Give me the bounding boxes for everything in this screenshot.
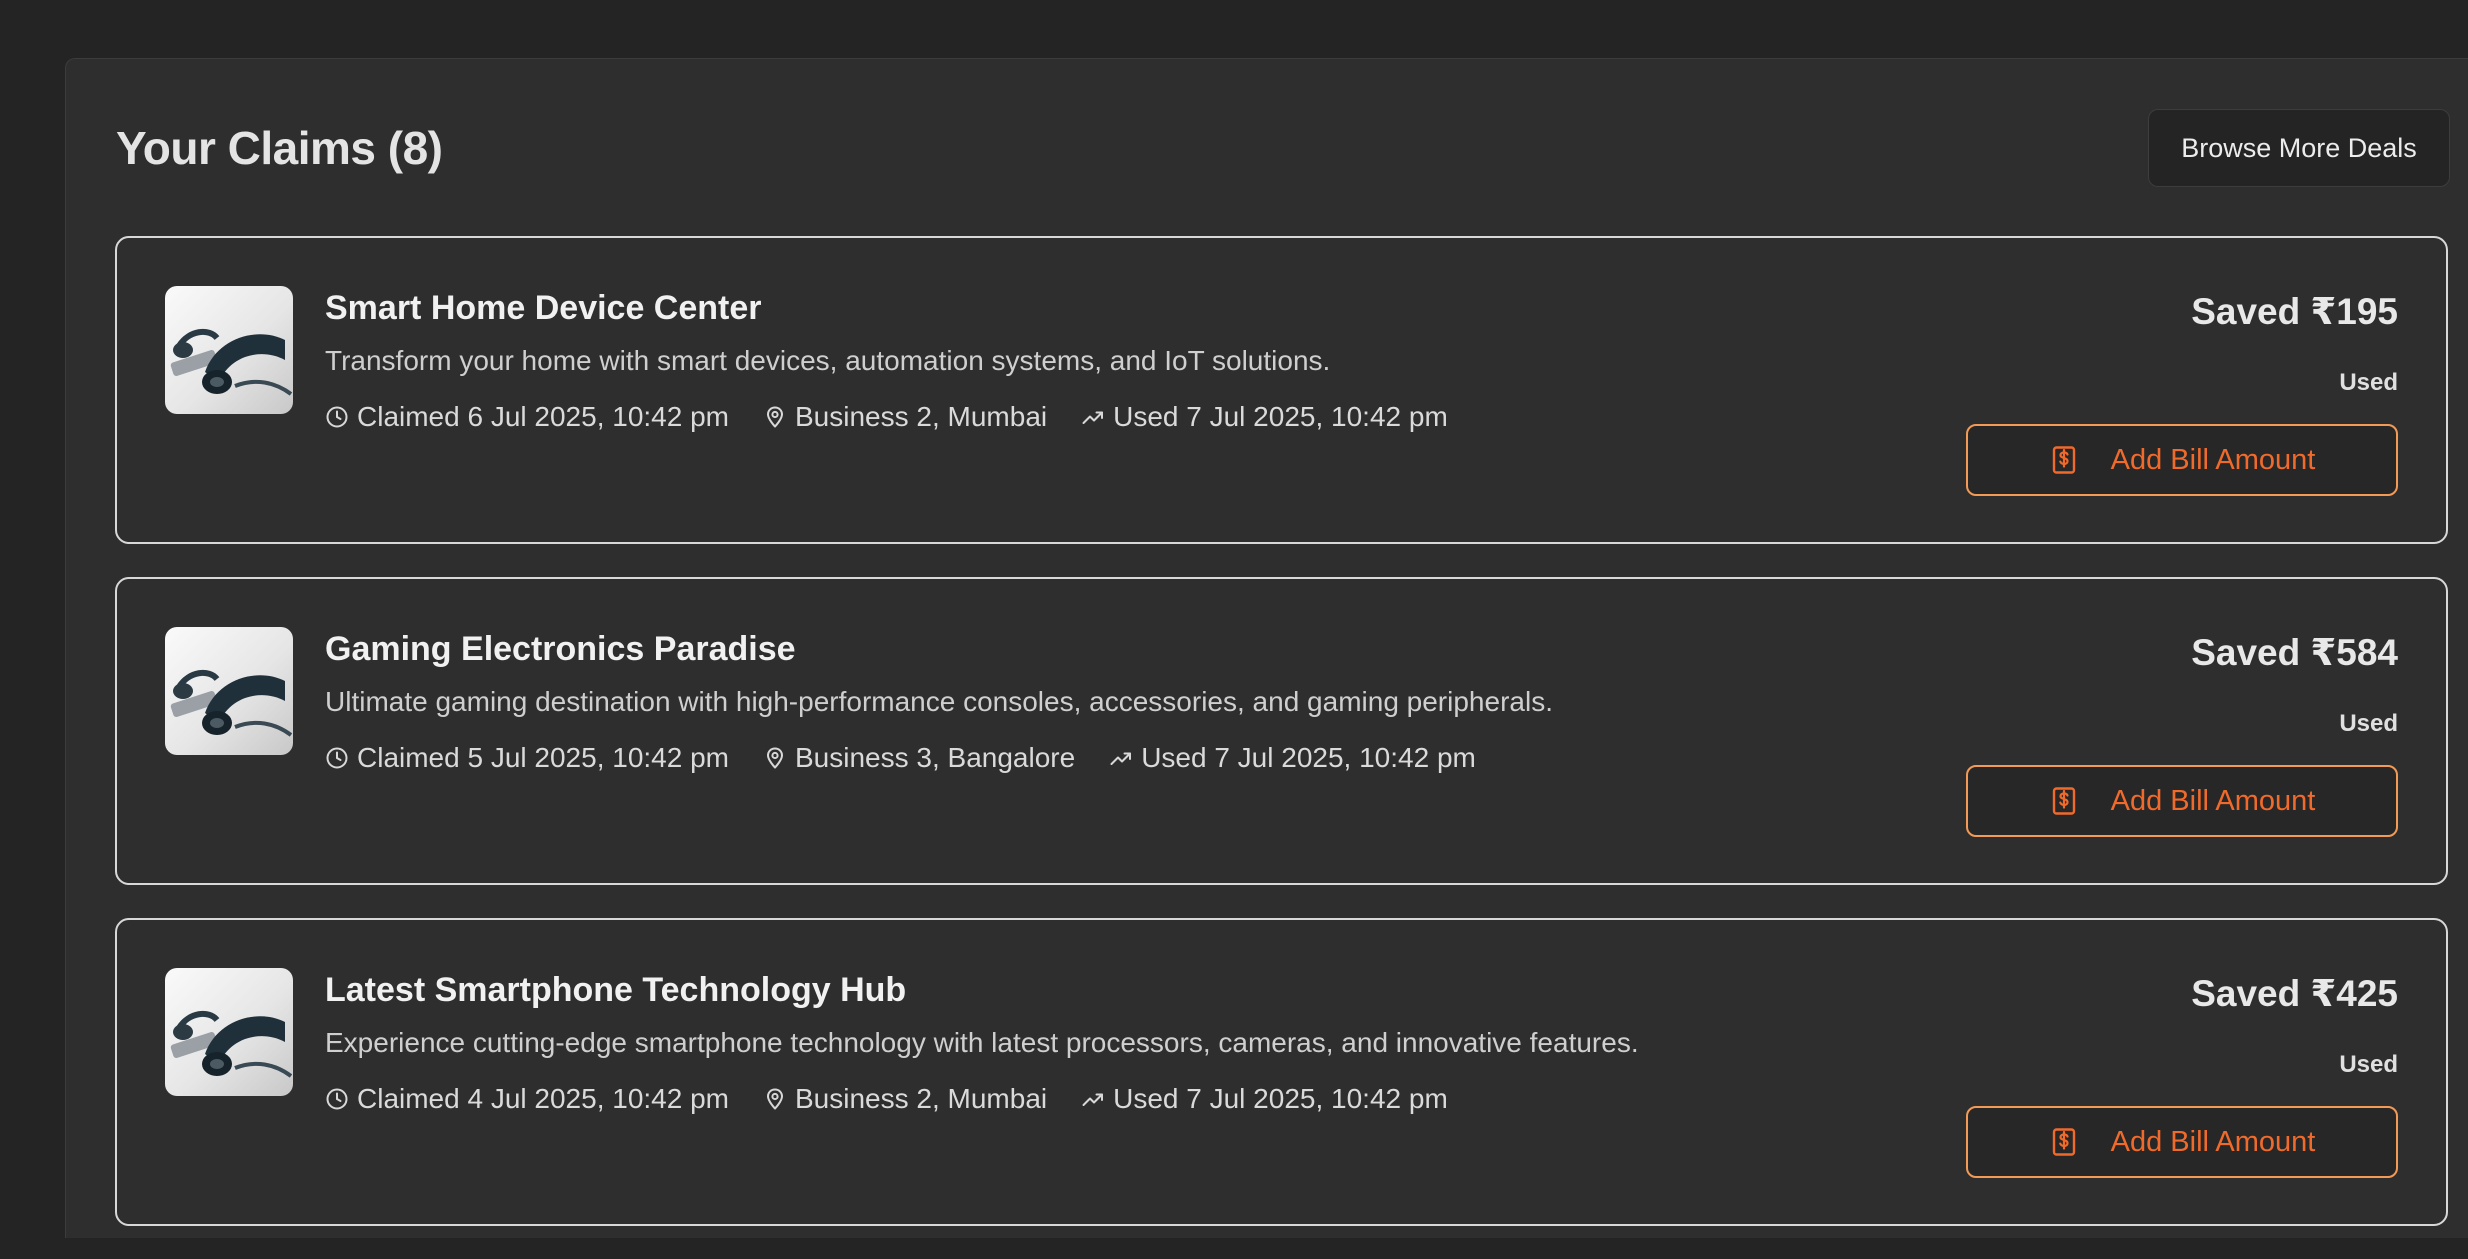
receipt-dollar-icon: [2052, 787, 2075, 815]
saved-amount: Saved ₹584: [2191, 632, 2398, 673]
map-pin-icon: [767, 406, 783, 428]
claim-card: Latest Smartphone Technology Hub Experie…: [115, 918, 2448, 1226]
claim-description: Experience cutting-edge smartphone techn…: [325, 1027, 1639, 1058]
used-date-text: Used 7 Jul 2025, 10:42 pm: [1113, 1083, 1448, 1114]
add-bill-amount-button[interactable]: Add Bill Amount: [1966, 424, 2398, 496]
add-bill-amount-button[interactable]: Add Bill Amount: [1966, 765, 2398, 837]
claim-card: Smart Home Device Center Transform your …: [115, 236, 2448, 544]
headphones-image-icon: [170, 1010, 293, 1078]
claims-panel: Your Claims (8) Browse More Deals Smart …: [65, 58, 2468, 1238]
business-location: Business 2, Mumbai: [763, 1082, 1047, 1116]
business-location-text: Business 3, Bangalore: [795, 742, 1076, 773]
saved-amount: Saved ₹195: [2191, 291, 2398, 332]
claim-description: Ultimate gaming destination with high-pe…: [325, 686, 1553, 717]
claimed-date-text: Claimed 6 Jul 2025, 10:42 pm: [357, 401, 729, 432]
business-location-text: Business 2, Mumbai: [795, 1083, 1048, 1114]
trending-up-icon: [1110, 752, 1132, 765]
trending-up-icon: [1082, 411, 1104, 424]
add-bill-amount-label: Add Bill Amount: [2110, 443, 2316, 476]
used-date: Used 7 Jul 2025, 10:42 pm: [1081, 400, 1448, 434]
clock-icon: [326, 747, 348, 769]
add-bill-amount-label: Add Bill Amount: [2110, 1125, 2316, 1158]
status-badge: Used: [2339, 710, 2398, 737]
claim-title: Smart Home Device Center: [325, 289, 762, 327]
claim-meta: Claimed 5 Jul 2025, 10:42 pm Business 3,…: [325, 741, 1510, 775]
claimed-date: Claimed 4 Jul 2025, 10:42 pm: [325, 1082, 729, 1116]
trending-up-icon: [1082, 1093, 1104, 1106]
used-date-text: Used 7 Jul 2025, 10:42 pm: [1113, 401, 1448, 432]
claim-title: Gaming Electronics Paradise: [325, 630, 796, 668]
claim-description: Transform your home with smart devices, …: [325, 345, 1331, 376]
product-thumbnail: [165, 627, 293, 755]
claimed-date: Claimed 6 Jul 2025, 10:42 pm: [325, 400, 729, 434]
map-pin-icon: [767, 747, 783, 769]
clock-icon: [326, 406, 348, 428]
business-location-text: Business 2, Mumbai: [795, 401, 1048, 432]
headphones-image-icon: [170, 328, 293, 396]
claim-title: Latest Smartphone Technology Hub: [325, 971, 907, 1009]
page-title: Your Claims (8): [116, 122, 443, 174]
claim-meta: Claimed 4 Jul 2025, 10:42 pm Business 2,…: [325, 1082, 1482, 1116]
claimed-date-text: Claimed 5 Jul 2025, 10:42 pm: [357, 742, 729, 773]
status-badge: Used: [2339, 369, 2398, 396]
claimed-date-text: Claimed 4 Jul 2025, 10:42 pm: [357, 1083, 729, 1114]
claim-meta: Claimed 6 Jul 2025, 10:42 pm Business 2,…: [325, 400, 1482, 434]
claim-card: Gaming Electronics Paradise Ultimate gam…: [115, 577, 2448, 885]
clock-icon: [326, 1088, 348, 1110]
add-bill-amount-label: Add Bill Amount: [2110, 784, 2316, 817]
claims-list: Smart Home Device Center Transform your …: [115, 236, 2448, 1259]
headphones-image-icon: [170, 669, 293, 737]
product-thumbnail: [165, 286, 293, 414]
status-badge: Used: [2339, 1051, 2398, 1078]
add-bill-amount-button[interactable]: Add Bill Amount: [1966, 1106, 2398, 1178]
business-location: Business 3, Bangalore: [763, 741, 1075, 775]
used-date-text: Used 7 Jul 2025, 10:42 pm: [1141, 742, 1476, 773]
business-location: Business 2, Mumbai: [763, 400, 1047, 434]
receipt-dollar-icon: [2052, 1128, 2075, 1156]
browse-more-deals-button[interactable]: Browse More Deals: [2148, 109, 2450, 187]
claimed-date: Claimed 5 Jul 2025, 10:42 pm: [325, 741, 729, 775]
receipt-dollar-icon: [2052, 446, 2075, 474]
used-date: Used 7 Jul 2025, 10:42 pm: [1081, 1082, 1448, 1116]
map-pin-icon: [767, 1088, 783, 1110]
product-thumbnail: [165, 968, 293, 1096]
used-date: Used 7 Jul 2025, 10:42 pm: [1109, 741, 1476, 775]
saved-amount: Saved ₹425: [2191, 973, 2398, 1014]
